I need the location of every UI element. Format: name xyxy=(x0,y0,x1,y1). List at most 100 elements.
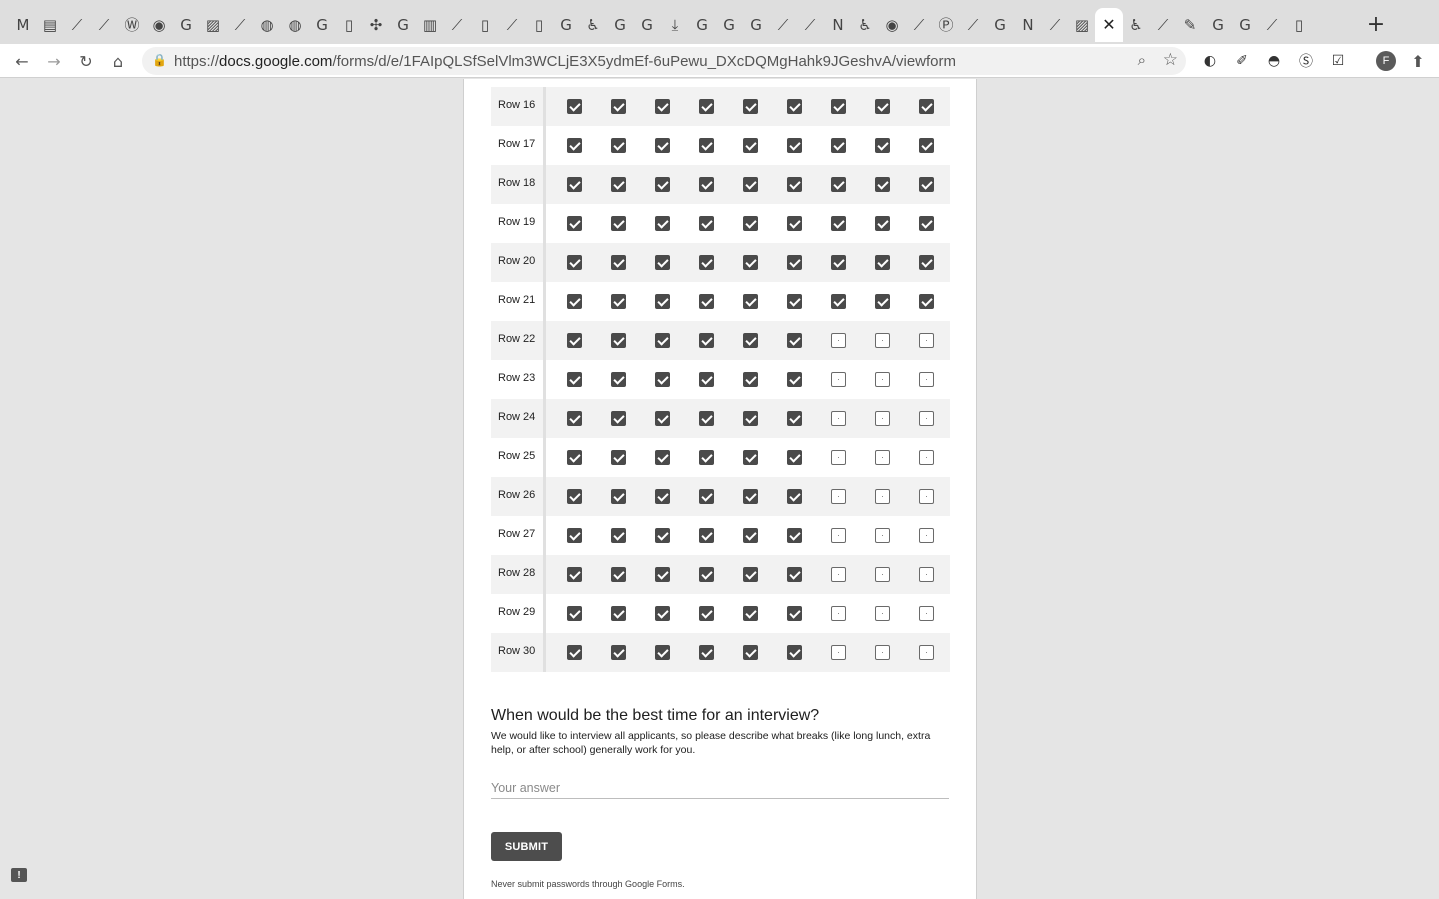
checkbox-checked[interactable] xyxy=(743,99,758,114)
tab[interactable]: G xyxy=(1231,8,1259,42)
extension-incognito-icon[interactable]: ◓ xyxy=(1264,51,1284,71)
checkbox-checked[interactable] xyxy=(567,606,582,621)
checkbox-checked[interactable] xyxy=(699,606,714,621)
checkbox-checked[interactable] xyxy=(743,411,758,426)
checkbox-unchecked[interactable] xyxy=(875,372,890,387)
checkbox-checked[interactable] xyxy=(699,255,714,270)
checkbox-unchecked[interactable] xyxy=(831,645,846,660)
tab[interactable]: ⟋ xyxy=(1041,8,1069,42)
checkbox-checked[interactable] xyxy=(611,411,626,426)
checkbox-checked[interactable] xyxy=(655,333,670,348)
checkbox-checked[interactable] xyxy=(743,255,758,270)
checkbox-checked[interactable] xyxy=(699,528,714,543)
tab[interactable]: G xyxy=(986,8,1014,42)
tab[interactable]: ⟋ xyxy=(90,8,118,42)
checkbox-checked[interactable] xyxy=(743,177,758,192)
checkbox-unchecked[interactable] xyxy=(875,411,890,426)
tab[interactable]: ⟋ xyxy=(905,8,933,42)
submit-button[interactable]: SUBMIT xyxy=(491,832,562,861)
checkbox-unchecked[interactable] xyxy=(919,606,934,621)
tab[interactable]: ▯ xyxy=(525,8,553,42)
checkbox-checked[interactable] xyxy=(787,216,802,231)
feedback-icon[interactable]: ! xyxy=(11,868,27,882)
checkbox-checked[interactable] xyxy=(567,645,582,660)
checkbox-checked[interactable] xyxy=(831,255,846,270)
tab[interactable]: G xyxy=(742,8,770,42)
checkbox-checked[interactable] xyxy=(743,567,758,582)
checkbox-checked[interactable] xyxy=(567,411,582,426)
checkbox-unchecked[interactable] xyxy=(831,606,846,621)
checkbox-checked[interactable] xyxy=(743,528,758,543)
checkbox-unchecked[interactable] xyxy=(919,333,934,348)
tab[interactable]: M xyxy=(9,8,37,42)
profile-avatar[interactable]: F xyxy=(1376,51,1396,71)
checkbox-checked[interactable] xyxy=(787,411,802,426)
extension-check-icon[interactable]: ☑ xyxy=(1328,51,1348,71)
checkbox-checked[interactable] xyxy=(567,138,582,153)
tab[interactable]: ▨ xyxy=(199,8,227,42)
tab[interactable]: ⟋ xyxy=(498,8,526,42)
checkbox-checked[interactable] xyxy=(611,372,626,387)
checkbox-unchecked[interactable] xyxy=(875,450,890,465)
new-tab-button[interactable]: + xyxy=(1364,12,1388,37)
checkbox-checked[interactable] xyxy=(567,333,582,348)
tab[interactable]: ✎ xyxy=(1176,8,1204,42)
checkbox-checked[interactable] xyxy=(787,177,802,192)
checkbox-checked[interactable] xyxy=(611,528,626,543)
checkbox-checked[interactable] xyxy=(699,450,714,465)
checkbox-checked[interactable] xyxy=(611,138,626,153)
checkbox-unchecked[interactable] xyxy=(919,528,934,543)
tab[interactable]: G xyxy=(389,8,417,42)
checkbox-checked[interactable] xyxy=(611,645,626,660)
checkbox-checked[interactable] xyxy=(655,528,670,543)
checkbox-checked[interactable] xyxy=(655,606,670,621)
tab[interactable]: ⟋ xyxy=(63,8,91,42)
checkbox-checked[interactable] xyxy=(787,450,802,465)
tab[interactable]: Ⓟ xyxy=(932,8,960,42)
checkbox-checked[interactable] xyxy=(919,216,934,231)
checkbox-checked[interactable] xyxy=(567,99,582,114)
tab[interactable]: ♿ xyxy=(1122,8,1150,42)
checkbox-unchecked[interactable] xyxy=(831,450,846,465)
checkbox-checked[interactable] xyxy=(611,177,626,192)
checkbox-unchecked[interactable] xyxy=(919,411,934,426)
checkbox-checked[interactable] xyxy=(919,99,934,114)
home-icon[interactable]: ⌂ xyxy=(106,49,130,73)
tab[interactable]: ⤓ xyxy=(661,8,689,42)
checkbox-unchecked[interactable] xyxy=(919,567,934,582)
back-icon[interactable]: ← xyxy=(10,49,34,73)
checkbox-checked[interactable] xyxy=(875,177,890,192)
reload-icon[interactable]: ↻ xyxy=(74,49,98,73)
bookmark-star-icon[interactable]: ☆ xyxy=(1163,50,1178,70)
checkbox-checked[interactable] xyxy=(743,216,758,231)
tab[interactable]: ◉ xyxy=(878,8,906,42)
checkbox-checked[interactable] xyxy=(743,606,758,621)
tab[interactable]: ▥ xyxy=(416,8,444,42)
checkbox-checked[interactable] xyxy=(787,567,802,582)
forward-icon[interactable]: → xyxy=(42,49,66,73)
checkbox-checked[interactable] xyxy=(831,99,846,114)
checkbox-checked[interactable] xyxy=(787,489,802,504)
checkbox-unchecked[interactable] xyxy=(831,411,846,426)
checkbox-checked[interactable] xyxy=(655,294,670,309)
checkbox-unchecked[interactable] xyxy=(831,372,846,387)
checkbox-checked[interactable] xyxy=(787,294,802,309)
checkbox-checked[interactable] xyxy=(699,333,714,348)
checkbox-unchecked[interactable] xyxy=(831,528,846,543)
tab[interactable]: ⟋ xyxy=(226,8,254,42)
checkbox-checked[interactable] xyxy=(919,138,934,153)
checkbox-unchecked[interactable] xyxy=(875,606,890,621)
checkbox-checked[interactable] xyxy=(743,489,758,504)
checkbox-checked[interactable] xyxy=(567,528,582,543)
checkbox-checked[interactable] xyxy=(875,138,890,153)
checkbox-unchecked[interactable] xyxy=(875,333,890,348)
checkbox-checked[interactable] xyxy=(611,294,626,309)
checkbox-checked[interactable] xyxy=(611,450,626,465)
checkbox-checked[interactable] xyxy=(699,411,714,426)
checkbox-checked[interactable] xyxy=(699,567,714,582)
checkbox-checked[interactable] xyxy=(875,99,890,114)
checkbox-checked[interactable] xyxy=(655,489,670,504)
checkbox-checked[interactable] xyxy=(875,216,890,231)
checkbox-checked[interactable] xyxy=(567,255,582,270)
tab[interactable]: ⟋ xyxy=(796,8,824,42)
